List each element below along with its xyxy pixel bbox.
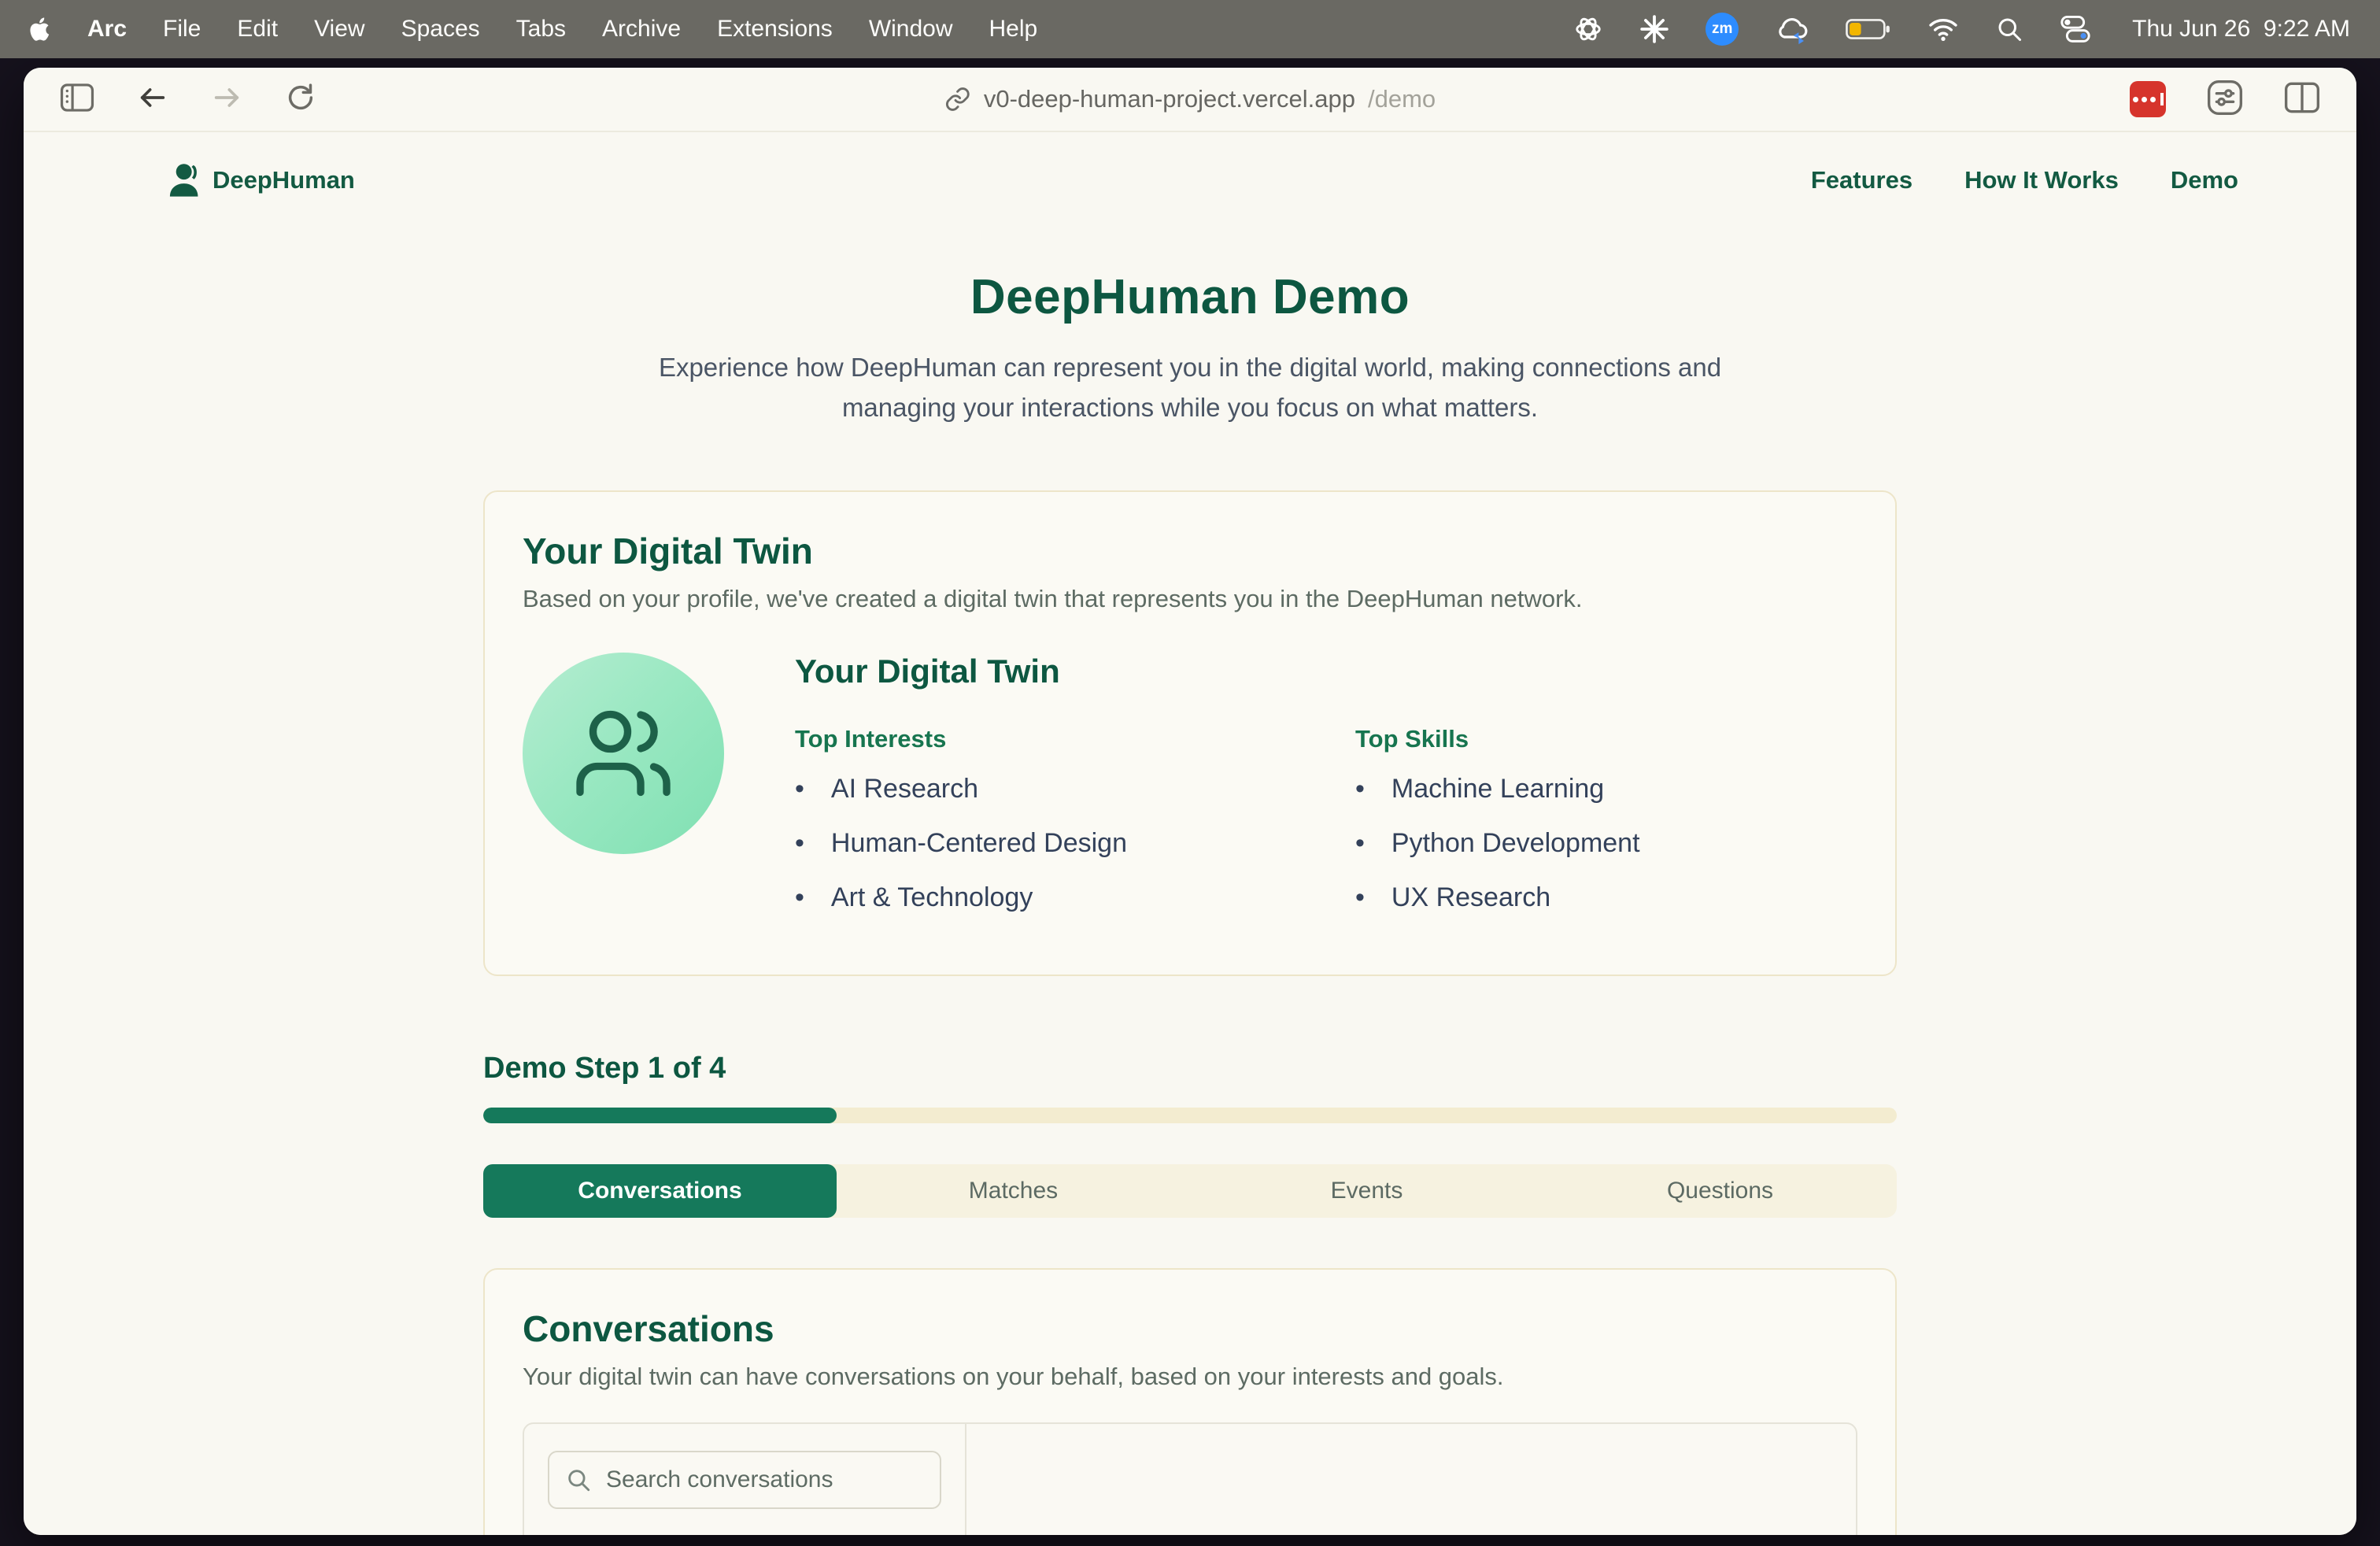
top-interests-label: Top Interests xyxy=(795,725,1355,753)
menu-clock[interactable]: Thu Jun 26 9:22 AM xyxy=(2132,16,2350,43)
conversations-description: Your digital twin can have conversations… xyxy=(523,1363,1857,1391)
apple-logo-icon xyxy=(30,16,54,43)
browser-toolbar: v0-deep-human-project.vercel.app/demo xyxy=(24,68,2356,132)
menu-item-help[interactable]: Help xyxy=(971,16,1056,43)
site-header: DeepHuman Features How It Works Demo xyxy=(24,132,2356,228)
sidebar-toggle-button[interactable] xyxy=(60,82,94,117)
skill-item: Python Development xyxy=(1355,828,1640,859)
twin-inner-title: Your Digital Twin xyxy=(795,653,1640,690)
apple-menu[interactable] xyxy=(30,16,54,43)
brand-logo[interactable]: DeepHuman xyxy=(167,160,355,201)
skill-item: UX Research xyxy=(1355,882,1640,913)
demo-step-label: Demo Step 1 of 4 xyxy=(483,1052,1897,1086)
link-icon xyxy=(944,86,971,113)
tab-conversations[interactable]: Conversations xyxy=(483,1164,837,1218)
page-subtitle: Experience how DeepHuman can represent y… xyxy=(623,347,1757,427)
password-manager-icon[interactable] xyxy=(2130,81,2166,117)
nav-link-demo[interactable]: Demo xyxy=(2171,166,2238,194)
search-input[interactable] xyxy=(548,1451,941,1509)
brand-name: DeepHuman xyxy=(213,166,355,194)
progress-fill xyxy=(483,1108,837,1123)
person-logo-icon xyxy=(167,160,208,201)
sync-cloud-icon[interactable] xyxy=(1775,13,1809,45)
tab-questions[interactable]: Questions xyxy=(1543,1164,1897,1218)
macos-menu-bar: Arc File Edit View Spaces Tabs Archive E… xyxy=(0,0,2380,58)
tab-events[interactable]: Events xyxy=(1190,1164,1543,1218)
search-box xyxy=(548,1451,941,1509)
chatgpt-icon[interactable] xyxy=(1573,14,1603,44)
menu-item-view[interactable]: View xyxy=(296,16,382,43)
top-skills-column: Top Skills Machine Learning Python Devel… xyxy=(1355,725,1640,937)
digital-twin-card: Your Digital Twin Based on your profile,… xyxy=(483,490,1897,976)
menu-item-arc[interactable]: Arc xyxy=(69,16,145,43)
users-icon xyxy=(571,701,675,805)
wifi-icon[interactable] xyxy=(1927,16,1959,43)
twin-card-description: Based on your profile, we've created a d… xyxy=(523,585,1857,613)
twin-avatar xyxy=(523,653,724,854)
twin-card-title: Your Digital Twin xyxy=(523,530,1857,572)
menu-item-spaces[interactable]: Spaces xyxy=(383,16,498,43)
hero-section: DeepHuman Demo Experience how DeepHuman … xyxy=(24,269,2356,427)
tab-matches[interactable]: Matches xyxy=(837,1164,1190,1218)
forward-button[interactable] xyxy=(211,82,242,117)
spotlight-search-icon[interactable] xyxy=(1995,15,2023,43)
demo-page: DeepHuman Features How It Works Demo Dee… xyxy=(24,132,2356,1535)
url-path: /demo xyxy=(1368,85,1436,113)
conversations-panel: Alex's Twin 2 days ago I'll definitely i… xyxy=(523,1422,1857,1535)
menu-item-tabs[interactable]: Tabs xyxy=(498,16,584,43)
site-nav: Features How It Works Demo xyxy=(1811,166,2238,194)
split-view-icon[interactable] xyxy=(2284,81,2320,118)
interest-item: Human-Centered Design xyxy=(795,828,1355,859)
url-host: v0-deep-human-project.vercel.app xyxy=(984,85,1355,113)
battery-icon[interactable] xyxy=(1846,17,1891,41)
toolbar-left xyxy=(60,82,316,117)
back-button[interactable] xyxy=(137,82,168,117)
conversations-title: Conversations xyxy=(523,1307,1857,1350)
menu-item-archive[interactable]: Archive xyxy=(584,16,699,43)
toolbar-right xyxy=(2130,80,2320,120)
skill-item: Machine Learning xyxy=(1355,774,1640,804)
menu-left: Arc File Edit View Spaces Tabs Archive E… xyxy=(30,16,1055,43)
interest-item: Art & Technology xyxy=(795,882,1355,913)
conversations-list: Alex's Twin 2 days ago I'll definitely i… xyxy=(524,1424,966,1535)
conversation-detail-empty xyxy=(966,1424,1856,1535)
menu-status-icons: zm xyxy=(1573,13,2350,46)
url-bar[interactable]: v0-deep-human-project.vercel.app/demo xyxy=(944,85,1436,113)
zoom-app-icon[interactable]: zm xyxy=(1706,13,1739,46)
arc-browser-window: v0-deep-human-project.vercel.app/demo xyxy=(24,68,2356,1535)
reload-button[interactable] xyxy=(285,82,316,117)
top-interests-column: Top Interests AI Research Human-Centered… xyxy=(795,725,1355,937)
interest-item: AI Research xyxy=(795,774,1355,804)
top-skills-label: Top Skills xyxy=(1355,725,1640,753)
menu-item-file[interactable]: File xyxy=(145,16,219,43)
claude-asterisk-icon[interactable] xyxy=(1639,14,1669,44)
page-title: DeepHuman Demo xyxy=(24,269,2356,325)
menu-item-extensions[interactable]: Extensions xyxy=(699,16,851,43)
search-icon xyxy=(565,1466,592,1497)
nav-link-features[interactable]: Features xyxy=(1811,166,1913,194)
progress-bar xyxy=(483,1108,1897,1123)
twin-profile: Your Digital Twin Top Interests AI Resea… xyxy=(795,653,1640,937)
menu-item-edit[interactable]: Edit xyxy=(219,16,296,43)
control-center-icon[interactable] xyxy=(2060,15,2091,43)
extensions-settings-icon[interactable] xyxy=(2207,80,2243,120)
menu-item-window[interactable]: Window xyxy=(851,16,971,43)
nav-link-how-it-works[interactable]: How It Works xyxy=(1964,166,2119,194)
conversations-card: Conversations Your digital twin can have… xyxy=(483,1268,1897,1535)
demo-tabs: Conversations Matches Events Questions xyxy=(483,1164,1897,1218)
